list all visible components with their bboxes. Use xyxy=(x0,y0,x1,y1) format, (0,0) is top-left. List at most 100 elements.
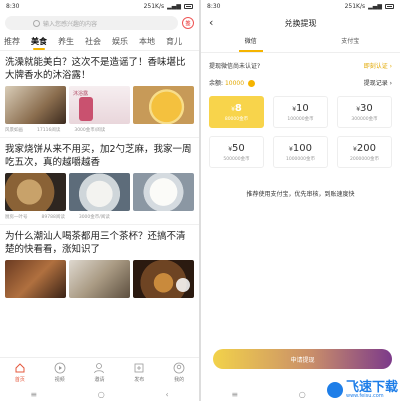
option-coins: 500000金币 xyxy=(223,156,250,162)
article-reward: 3000金币/阅读 xyxy=(74,128,106,133)
nav-invite[interactable]: 邀请 xyxy=(93,362,105,383)
tab-alipay[interactable]: 支付宝 xyxy=(301,33,400,52)
article-image xyxy=(133,86,194,124)
nav-label: 邀请 xyxy=(94,377,105,383)
coin-icon xyxy=(247,80,255,87)
article-source: 风景如画 xyxy=(5,128,23,133)
option-amount: 30 xyxy=(360,102,373,114)
status-bar: 8:30 251K/s ▂▄▆ xyxy=(201,0,400,13)
verify-link[interactable]: 即刻认证 › xyxy=(364,61,392,70)
watermark-url: www.feisu.com xyxy=(345,393,384,399)
play-icon xyxy=(54,362,66,374)
tab-parenting[interactable]: 育儿 xyxy=(166,36,182,50)
tab-entertainment[interactable]: 娱乐 xyxy=(112,36,128,50)
option-coins: 300000金币 xyxy=(351,116,378,122)
article-item[interactable]: 我家烧饼从来不用买，加2勺芝麻，我家一周吃五次，真的越嚼越香 厨房一叶号 897… xyxy=(0,138,199,225)
bottom-navigation: 首页 视频 邀请 发布 我的 xyxy=(0,357,199,387)
option-amount: 50 xyxy=(232,142,245,154)
apply-withdraw-button[interactable]: 申请提现 xyxy=(213,349,392,369)
amount-option[interactable]: ¥10 100000金币 xyxy=(273,96,328,128)
nav-label: 视频 xyxy=(54,377,65,383)
article-image: 沐浴露 xyxy=(69,86,130,124)
article-title: 为什么潮汕人喝茶都用三个茶杯？还搞不清楚的快看看，涨知识了 xyxy=(5,231,186,255)
watermark-logo xyxy=(326,382,343,398)
tab-health[interactable]: 养生 xyxy=(58,36,74,50)
network-speed: 251K/s xyxy=(143,3,165,10)
nav-publish[interactable]: 发布 xyxy=(133,362,145,383)
tab-recommend[interactable]: 推荐 xyxy=(4,36,20,50)
back-button[interactable]: ‹ xyxy=(209,16,213,29)
news-feed-screen: 8:30 251K/s ▂▄▆ 输入您感兴趣的内容 签 推荐 美食 养生 社会 … xyxy=(0,0,199,401)
article-image xyxy=(133,260,194,298)
status-time: 8:30 xyxy=(207,3,221,10)
article-image xyxy=(5,260,66,298)
nav-video[interactable]: 视频 xyxy=(54,362,66,383)
signal-icon: ▂▄▆ xyxy=(167,3,181,10)
person-icon xyxy=(94,363,105,374)
status-time: 8:30 xyxy=(6,3,20,10)
signal-icon: ▂▄▆ xyxy=(368,3,382,10)
sign-in-button[interactable]: 签 xyxy=(182,17,194,29)
profile-icon xyxy=(173,362,185,374)
option-coins: 100000金币 xyxy=(287,116,314,122)
withdraw-records-link[interactable]: 提现记录 › xyxy=(364,78,392,87)
withdraw-screen: 8:30 251K/s ▂▄▆ ‹ 兑换提现 微信 支付宝 提现微信尚未认证? … xyxy=(201,0,400,401)
nav-me[interactable]: 我的 xyxy=(173,362,185,383)
option-coins: 2000000金币 xyxy=(349,156,380,162)
amount-option[interactable]: ¥8 80000金币 xyxy=(209,96,264,128)
watermark: 飞速下载 www.feisu.com xyxy=(326,381,398,399)
option-coins: 1000000金币 xyxy=(285,156,316,162)
search-input[interactable]: 输入您感兴趣的内容 xyxy=(5,16,178,30)
article-title: 洗澡就能美白？这次不是造谣了！香味堪比大牌香水的沐浴露！ xyxy=(5,57,186,81)
battery-icon xyxy=(385,4,394,9)
amount-option[interactable]: ¥100 1000000金币 xyxy=(273,136,328,168)
article-reward: 3000金币/阅读 xyxy=(78,215,110,220)
article-image xyxy=(69,260,130,298)
refresh-icon[interactable] xyxy=(176,278,190,292)
balance-label: 余额: xyxy=(209,80,224,87)
tab-wechat[interactable]: 微信 xyxy=(201,33,301,52)
tab-local[interactable]: 本地 xyxy=(139,36,155,50)
publish-icon xyxy=(134,363,144,373)
balance-row: 余额: 10000 提现记录 › xyxy=(201,74,400,91)
article-title: 我家烧饼从来不用买，加2勺芝麻，我家一周吃五次，真的越嚼越香 xyxy=(5,144,192,168)
article-reads: 17116阅读 xyxy=(37,128,61,133)
search-icon xyxy=(33,19,40,27)
battery-icon xyxy=(184,4,193,9)
menu-icon[interactable]: ≡ xyxy=(231,390,238,399)
amount-option[interactable]: ¥50 500000金币 xyxy=(209,136,264,168)
option-amount: 200 xyxy=(356,142,376,154)
article-image xyxy=(133,173,194,211)
option-coins: 80000金币 xyxy=(224,116,249,122)
system-navigation-bar: ≡ ○ ‹ xyxy=(0,387,199,401)
balance-value: 10000 xyxy=(224,80,245,87)
back-icon[interactable]: ‹ xyxy=(165,390,168,399)
menu-icon[interactable]: ≡ xyxy=(30,390,37,399)
home-button-icon[interactable]: ○ xyxy=(299,390,306,399)
notice-text: 提现微信尚未认证? xyxy=(209,63,261,70)
article-item[interactable]: 为什么潮汕人喝茶都用三个茶杯？还搞不清楚的快看看，涨知识了 xyxy=(0,225,199,302)
option-amount: 8 xyxy=(234,102,242,114)
tab-food[interactable]: 美食 xyxy=(31,36,47,50)
article-image xyxy=(5,173,66,211)
nav-home[interactable]: 首页 xyxy=(14,362,26,383)
article-image xyxy=(5,86,66,124)
amount-option[interactable]: ¥30 300000金币 xyxy=(337,96,392,128)
home-button-icon[interactable]: ○ xyxy=(98,390,105,399)
page-title: 兑换提现 xyxy=(284,18,317,28)
category-tabs: 推荐 美食 养生 社会 娱乐 本地 育儿 xyxy=(0,33,199,51)
nav-label: 首页 xyxy=(14,377,25,383)
nav-label: 我的 xyxy=(174,377,185,383)
network-speed: 251K/s xyxy=(344,3,366,10)
home-icon xyxy=(15,363,25,373)
page-header: ‹ 兑换提现 xyxy=(201,13,400,33)
article-image xyxy=(69,173,130,211)
amount-options: ¥8 80000金币 ¥10 100000金币 ¥30 300000金币 ¥50… xyxy=(201,91,400,173)
image-caption: 沐浴露 xyxy=(73,91,89,97)
article-reads: 89788阅读 xyxy=(41,215,65,220)
search-placeholder: 输入您感兴趣的内容 xyxy=(43,20,98,28)
article-source: 厨房一叶号 xyxy=(5,215,28,220)
article-item[interactable]: 洗澡就能美白？这次不是造谣了！香味堪比大牌香水的沐浴露！ 沐浴露 风景如画 17… xyxy=(0,51,199,138)
amount-option[interactable]: ¥200 2000000金币 xyxy=(337,136,392,168)
tab-society[interactable]: 社会 xyxy=(85,36,101,50)
